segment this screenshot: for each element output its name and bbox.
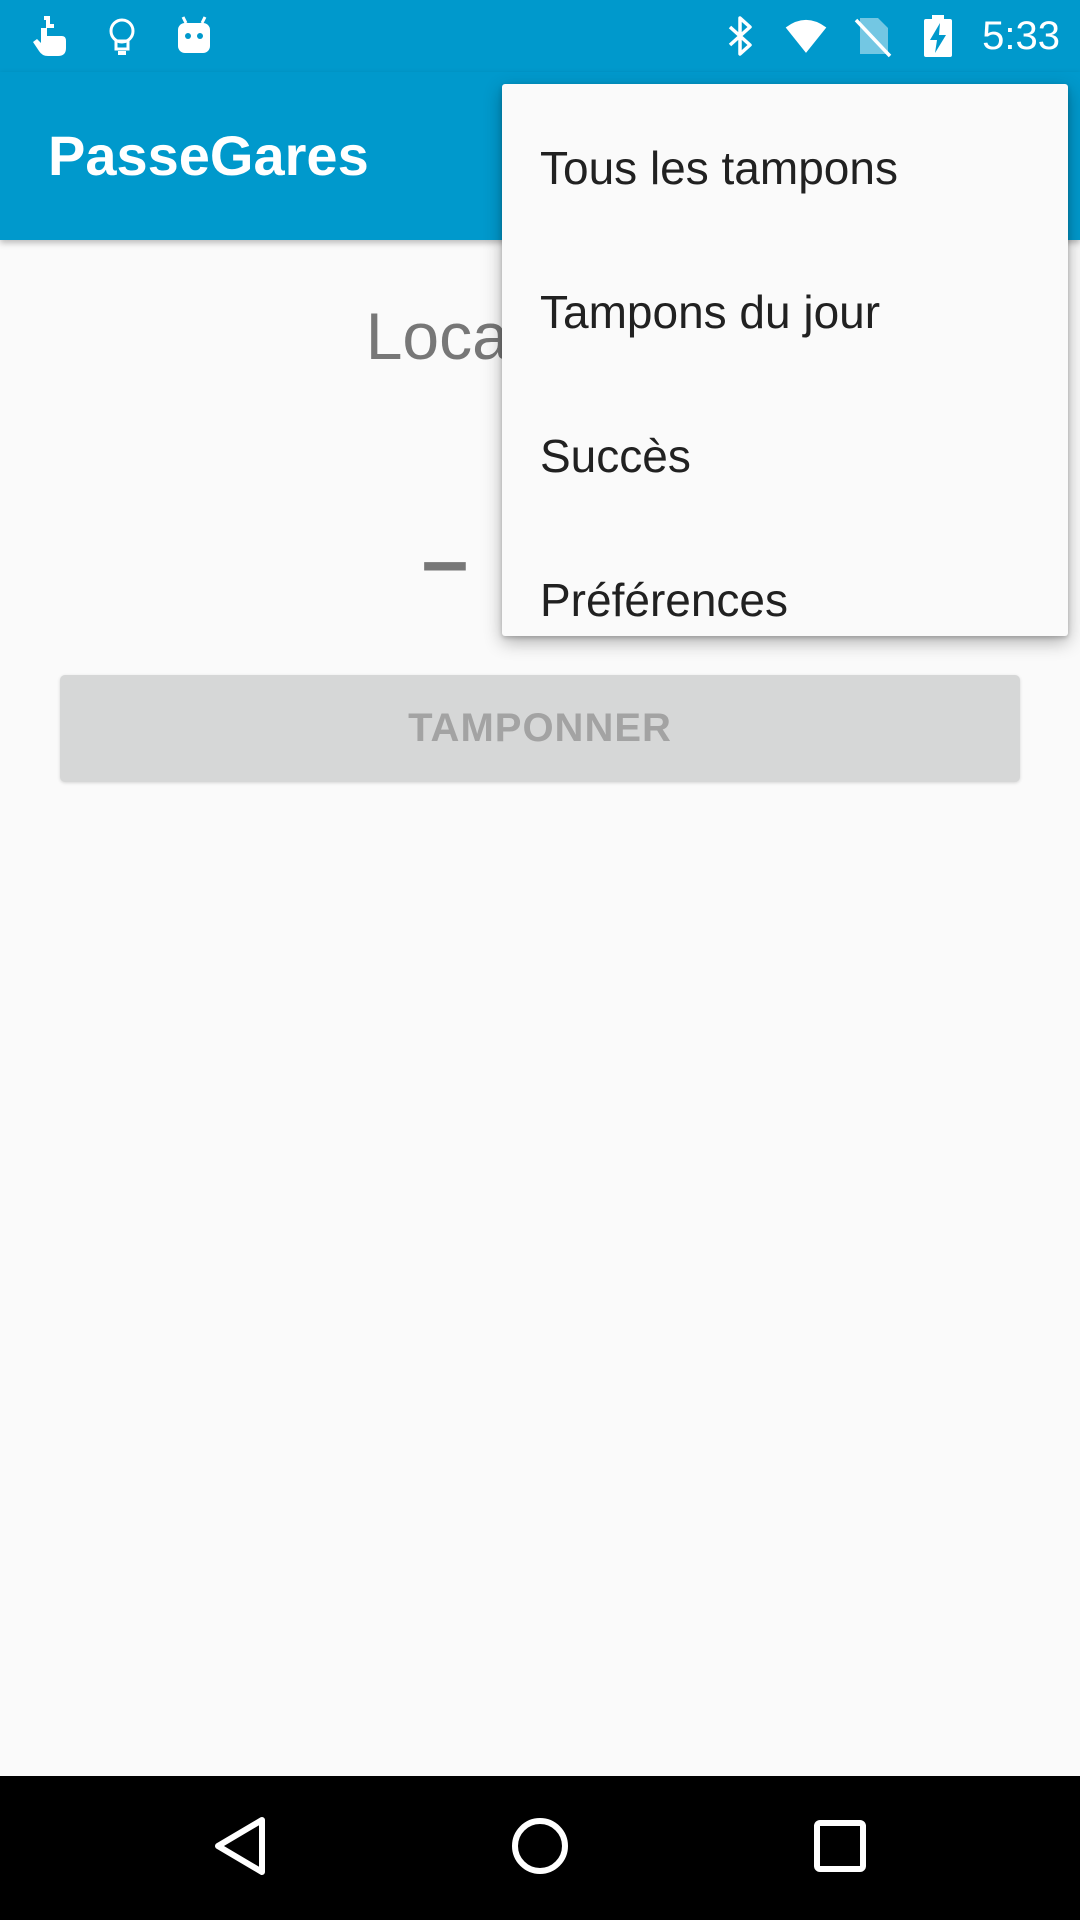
menu-item-achievements[interactable]: Succès xyxy=(502,396,1068,516)
recents-icon xyxy=(812,1818,868,1879)
no-sim-icon xyxy=(850,14,894,58)
wifi-icon xyxy=(784,14,828,58)
recents-button[interactable] xyxy=(804,1812,876,1884)
status-bar: 5:33 xyxy=(0,0,1080,72)
back-button[interactable] xyxy=(204,1812,276,1884)
navigation-bar xyxy=(0,1776,1080,1920)
stamp-button[interactable]: TAMPONNER xyxy=(60,675,1020,782)
bluetooth-icon xyxy=(718,14,762,58)
home-icon xyxy=(508,1814,572,1883)
menu-item-today-stamps[interactable]: Tampons du jour xyxy=(502,252,1068,372)
system-icons: 5:33 xyxy=(718,10,1060,62)
status-time: 5:33 xyxy=(982,14,1060,58)
lightbulb-icon xyxy=(100,14,144,58)
home-button[interactable] xyxy=(504,1812,576,1884)
back-icon xyxy=(210,1814,270,1883)
battery-charging-icon xyxy=(916,14,960,58)
menu-item-all-stamps[interactable]: Tous les tampons xyxy=(502,108,1068,228)
menu-item-preferences[interactable]: Préférences xyxy=(502,540,1068,660)
overflow-menu: Tous les tampons Tampons du jour Succès … xyxy=(502,84,1068,636)
touch-gesture-icon xyxy=(28,14,72,58)
notification-icons xyxy=(28,10,216,62)
app-title: PasseGares xyxy=(48,124,369,187)
android-icon xyxy=(172,14,216,58)
